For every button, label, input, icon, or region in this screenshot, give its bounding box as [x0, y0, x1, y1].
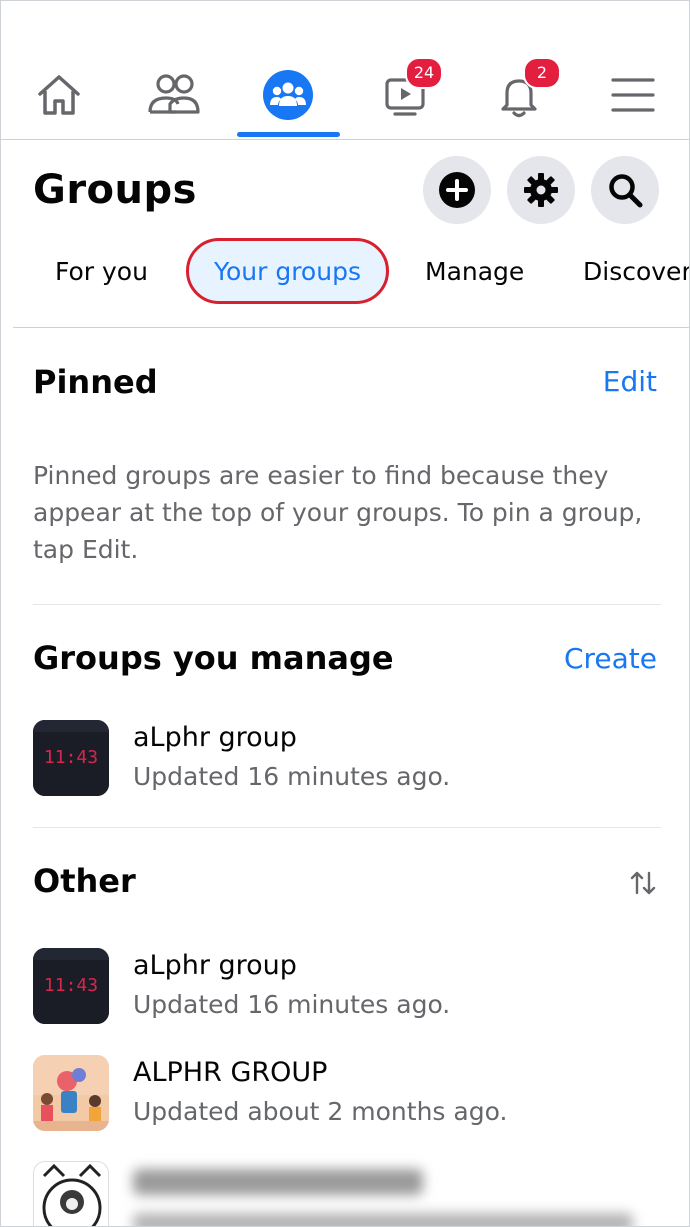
create-group-button[interactable]: [423, 156, 491, 224]
group-thumbnail: 11:43: [33, 948, 109, 1024]
nav-watch[interactable]: 24: [373, 57, 443, 127]
nav-notifications[interactable]: 2: [487, 57, 561, 127]
search-icon: [609, 174, 643, 208]
tab-discover[interactable]: Discover: [583, 257, 689, 286]
pinned-heading: Pinned: [33, 363, 158, 401]
list-item[interactable]: ALPHR GROUP Updated about 2 months ago.: [33, 1055, 663, 1133]
watch-badge: 24: [405, 57, 443, 89]
groups-icon: [263, 70, 313, 120]
sort-icon: [630, 871, 656, 895]
group-thumbnail: [33, 1161, 109, 1226]
tab-for-you[interactable]: For you: [55, 257, 148, 286]
list-item[interactable]: 11:43 aLphr group Updated 16 minutes ago…: [33, 948, 663, 1026]
section-divider: [33, 604, 661, 605]
home-icon: [38, 75, 80, 115]
group-thumbnail: [33, 1055, 109, 1131]
tab-manage[interactable]: Manage: [425, 257, 524, 286]
manage-heading: Groups you manage: [33, 639, 394, 677]
blurred-group-info: [133, 1213, 633, 1226]
group-name: aLphr group: [133, 722, 297, 753]
search-button[interactable]: [591, 156, 659, 224]
notifications-badge: 2: [523, 57, 561, 89]
friends-icon: [148, 74, 200, 114]
create-group-link[interactable]: Create: [564, 642, 657, 675]
group-name: aLphr group: [133, 950, 297, 981]
group-updated: Updated about 2 months ago.: [133, 1097, 508, 1126]
group-thumbnail: 11:43: [33, 720, 109, 796]
pinned-helper-text: Pinned groups are easier to find because…: [33, 461, 643, 564]
edit-pinned-link[interactable]: Edit: [603, 365, 657, 398]
plus-circle-icon: [439, 172, 475, 208]
settings-button[interactable]: [507, 156, 575, 224]
nav-groups[interactable]: [256, 63, 320, 127]
page-title: Groups: [33, 167, 197, 213]
clock-digits: 11:43: [44, 747, 98, 768]
active-tab-indicator: [237, 132, 340, 137]
nav-menu[interactable]: [601, 63, 665, 127]
top-navigation: 24 2: [1, 1, 689, 140]
list-item[interactable]: [33, 1161, 663, 1226]
sort-button[interactable]: [629, 869, 657, 901]
blurred-group-name: [133, 1169, 423, 1195]
group-updated: Updated 16 minutes ago.: [133, 990, 451, 1019]
nav-home[interactable]: [27, 63, 91, 127]
nav-friends[interactable]: [142, 63, 206, 127]
tabs-divider: [13, 327, 689, 328]
group-updated: Updated 16 minutes ago.: [133, 762, 451, 791]
list-item[interactable]: 11:43 aLphr group Updated 16 minutes ago…: [33, 720, 663, 798]
screen: 24 2 Groups For you Your groups Manage D…: [0, 0, 690, 1227]
other-heading: Other: [33, 862, 136, 900]
clock-digits: 11:43: [44, 975, 98, 996]
group-name: ALPHR GROUP: [133, 1057, 328, 1088]
section-divider: [33, 827, 661, 828]
tab-your-groups[interactable]: Your groups: [186, 238, 389, 304]
gear-icon: [524, 173, 558, 207]
menu-icon: [611, 78, 655, 112]
